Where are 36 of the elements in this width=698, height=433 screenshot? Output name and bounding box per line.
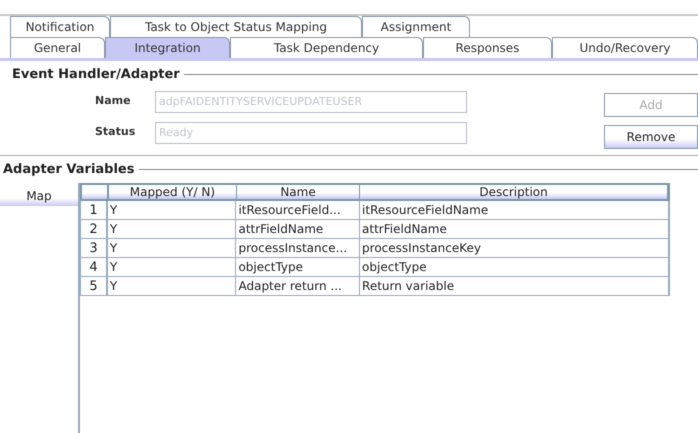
table-cell: attrFieldName xyxy=(236,220,360,238)
row-number: 3 xyxy=(81,239,108,257)
table-cell: itResourceField... xyxy=(236,201,360,219)
tab[interactable]: Task to Object Status Mapping xyxy=(110,16,362,37)
table-cell: attrFieldName xyxy=(360,220,669,238)
table-cell: Adapter return ... xyxy=(236,277,360,295)
table-cell: Y xyxy=(108,277,236,295)
table-cell: objectType xyxy=(236,258,360,276)
row-number: 2 xyxy=(81,220,108,238)
table-cell: itResourceFieldName xyxy=(360,201,669,219)
section-title: Event Handler/Adapter xyxy=(12,66,180,84)
column-header[interactable]: Mapped (Y/ N) xyxy=(108,185,237,199)
column-header[interactable]: Description xyxy=(360,185,668,199)
row-number: 1 xyxy=(81,201,108,219)
tab[interactable]: Undo/Recovery xyxy=(552,37,698,58)
tab[interactable]: Responses xyxy=(423,37,552,58)
table-cell: Y xyxy=(108,220,236,238)
column-header[interactable]: Name xyxy=(236,185,360,199)
table-cell: processInstanceKey xyxy=(360,239,669,257)
table-cell: Y xyxy=(108,258,236,276)
table-cell: Y xyxy=(108,201,236,219)
table-cell: processInstance... xyxy=(236,239,360,257)
tab[interactable]: Integration xyxy=(105,37,230,58)
tab[interactable]: Assignment xyxy=(362,16,470,37)
table-cell: Y xyxy=(108,239,236,257)
section-title: Adapter Variables xyxy=(3,160,134,178)
tab[interactable]: General xyxy=(10,37,105,58)
action-button[interactable]: Remove xyxy=(604,124,698,148)
tab[interactable]: Task Dependency xyxy=(230,37,423,58)
row-number: 5 xyxy=(81,277,108,295)
table-cell: objectType xyxy=(360,258,669,276)
row-number: 4 xyxy=(81,258,108,276)
field-label: Status xyxy=(95,124,136,140)
field-label: Name xyxy=(95,93,132,110)
tab[interactable]: Notification xyxy=(10,16,110,37)
table-cell: Return variable xyxy=(360,277,669,295)
